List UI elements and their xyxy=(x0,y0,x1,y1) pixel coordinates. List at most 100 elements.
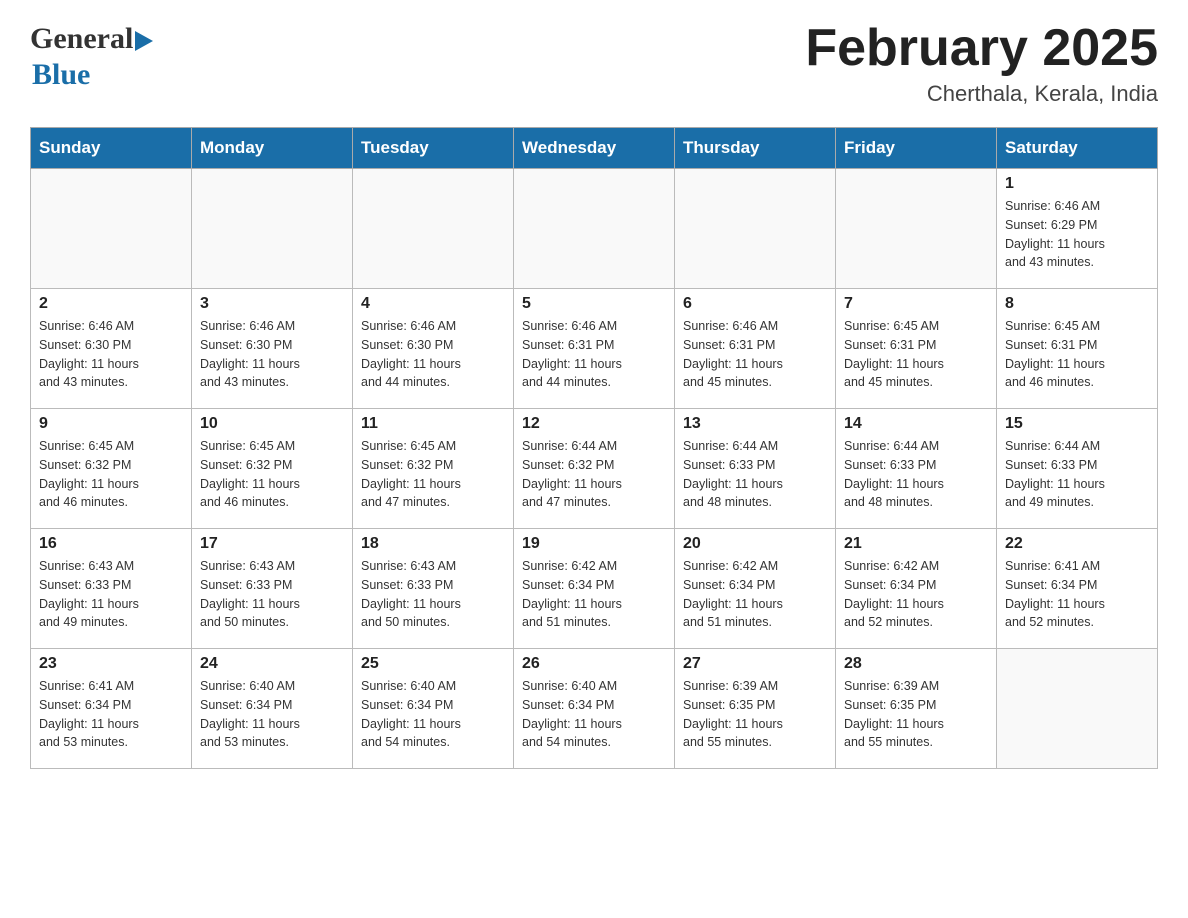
day-info: Sunrise: 6:42 AMSunset: 6:34 PMDaylight:… xyxy=(683,557,827,632)
day-number: 19 xyxy=(522,535,666,553)
day-info: Sunrise: 6:43 AMSunset: 6:33 PMDaylight:… xyxy=(200,557,344,632)
day-number: 12 xyxy=(522,415,666,433)
calendar-header-row: Sunday Monday Tuesday Wednesday Thursday… xyxy=(31,128,1158,169)
day-number: 27 xyxy=(683,655,827,673)
calendar-cell xyxy=(514,169,675,289)
calendar-cell xyxy=(31,169,192,289)
calendar-cell: 7 Sunrise: 6:45 AMSunset: 6:31 PMDaylight… xyxy=(836,289,997,409)
calendar-cell: 26 Sunrise: 6:40 AMSunset: 6:34 PMDayligh… xyxy=(514,649,675,769)
day-info: Sunrise: 6:45 AMSunset: 6:31 PMDaylight:… xyxy=(1005,317,1149,392)
day-number: 15 xyxy=(1005,415,1149,433)
day-info: Sunrise: 6:42 AMSunset: 6:34 PMDaylight:… xyxy=(522,557,666,632)
day-info: Sunrise: 6:42 AMSunset: 6:34 PMDaylight:… xyxy=(844,557,988,632)
calendar-cell: 27Sunrise: 6:39 AMSunset: 6:35 PMDayligh… xyxy=(675,649,836,769)
logo-text: General xyxy=(30,20,153,58)
calendar-cell: 12 Sunrise: 6:44 AMSunset: 6:32 PMDayligh… xyxy=(514,409,675,529)
calendar-cell: 11Sunrise: 6:45 AMSunset: 6:32 PMDayligh… xyxy=(353,409,514,529)
col-wednesday: Wednesday xyxy=(514,128,675,169)
col-tuesday: Tuesday xyxy=(353,128,514,169)
week-row-5: 23 Sunrise: 6:41 AMSunset: 6:34 PMDayligh… xyxy=(31,649,1158,769)
day-info: Sunrise: 6:46 AMSunset: 6:31 PMDaylight:… xyxy=(522,317,666,392)
day-number: 25 xyxy=(361,655,505,673)
day-number: 26 xyxy=(522,655,666,673)
calendar-cell: 5 Sunrise: 6:46 AMSunset: 6:31 PMDaylight… xyxy=(514,289,675,409)
col-saturday: Saturday xyxy=(997,128,1158,169)
calendar-cell: 13Sunrise: 6:44 AMSunset: 6:33 PMDayligh… xyxy=(675,409,836,529)
day-info: Sunrise: 6:40 AMSunset: 6:34 PMDaylight:… xyxy=(361,677,505,752)
day-info: Sunrise: 6:44 AMSunset: 6:33 PMDaylight:… xyxy=(844,437,988,512)
day-number: 9 xyxy=(39,415,183,433)
page-header: General Blue February 2025 Cherthala, Ke… xyxy=(30,20,1158,107)
calendar-cell xyxy=(192,169,353,289)
col-monday: Monday xyxy=(192,128,353,169)
location: Cherthala, Kerala, India xyxy=(805,81,1158,107)
logo: General Blue xyxy=(30,20,153,92)
day-number: 17 xyxy=(200,535,344,553)
day-info: Sunrise: 6:44 AMSunset: 6:33 PMDaylight:… xyxy=(683,437,827,512)
day-number: 1 xyxy=(1005,175,1149,193)
day-number: 21 xyxy=(844,535,988,553)
day-info: Sunrise: 6:46 AMSunset: 6:29 PMDaylight:… xyxy=(1005,197,1149,272)
day-number: 11 xyxy=(361,415,505,433)
calendar-cell: 16Sunrise: 6:43 AMSunset: 6:33 PMDayligh… xyxy=(31,529,192,649)
day-info: Sunrise: 6:44 AMSunset: 6:33 PMDaylight:… xyxy=(1005,437,1149,512)
day-info: Sunrise: 6:41 AMSunset: 6:34 PMDaylight:… xyxy=(1005,557,1149,632)
calendar-cell: 15 Sunrise: 6:44 AMSunset: 6:33 PMDayligh… xyxy=(997,409,1158,529)
day-number: 23 xyxy=(39,655,183,673)
day-info: Sunrise: 6:45 AMSunset: 6:32 PMDaylight:… xyxy=(200,437,344,512)
calendar-cell: 14 Sunrise: 6:44 AMSunset: 6:33 PMDayligh… xyxy=(836,409,997,529)
logo-general-text: General xyxy=(30,22,133,56)
logo-blue-text: Blue xyxy=(32,58,90,92)
calendar-cell xyxy=(675,169,836,289)
week-row-3: 9 Sunrise: 6:45 AMSunset: 6:32 PMDaylight… xyxy=(31,409,1158,529)
calendar-cell: 3 Sunrise: 6:46 AMSunset: 6:30 PMDaylight… xyxy=(192,289,353,409)
calendar-table: Sunday Monday Tuesday Wednesday Thursday… xyxy=(30,127,1158,769)
calendar-cell: 25 Sunrise: 6:40 AMSunset: 6:34 PMDayligh… xyxy=(353,649,514,769)
day-number: 18 xyxy=(361,535,505,553)
day-number: 28 xyxy=(844,655,988,673)
week-row-2: 2 Sunrise: 6:46 AMSunset: 6:30 PMDaylight… xyxy=(31,289,1158,409)
calendar-cell: 9 Sunrise: 6:45 AMSunset: 6:32 PMDaylight… xyxy=(31,409,192,529)
day-info: Sunrise: 6:43 AMSunset: 6:33 PMDaylight:… xyxy=(39,557,183,632)
calendar-cell: 18Sunrise: 6:43 AMSunset: 6:33 PMDayligh… xyxy=(353,529,514,649)
calendar-cell: 8 Sunrise: 6:45 AMSunset: 6:31 PMDaylight… xyxy=(997,289,1158,409)
day-info: Sunrise: 6:46 AMSunset: 6:30 PMDaylight:… xyxy=(39,317,183,392)
day-info: Sunrise: 6:41 AMSunset: 6:34 PMDaylight:… xyxy=(39,677,183,752)
day-number: 3 xyxy=(200,295,344,313)
calendar-cell: 20 Sunrise: 6:42 AMSunset: 6:34 PMDayligh… xyxy=(675,529,836,649)
calendar-cell xyxy=(836,169,997,289)
day-number: 20 xyxy=(683,535,827,553)
col-sunday: Sunday xyxy=(31,128,192,169)
week-row-4: 16Sunrise: 6:43 AMSunset: 6:33 PMDayligh… xyxy=(31,529,1158,649)
calendar-cell xyxy=(997,649,1158,769)
day-number: 24 xyxy=(200,655,344,673)
day-info: Sunrise: 6:40 AMSunset: 6:34 PMDaylight:… xyxy=(522,677,666,752)
day-info: Sunrise: 6:40 AMSunset: 6:34 PMDaylight:… xyxy=(200,677,344,752)
day-number: 22 xyxy=(1005,535,1149,553)
calendar-cell: 19 Sunrise: 6:42 AMSunset: 6:34 PMDayligh… xyxy=(514,529,675,649)
calendar-cell: 28 Sunrise: 6:39 AMSunset: 6:35 PMDayligh… xyxy=(836,649,997,769)
day-number: 5 xyxy=(522,295,666,313)
col-friday: Friday xyxy=(836,128,997,169)
day-info: Sunrise: 6:45 AMSunset: 6:32 PMDaylight:… xyxy=(39,437,183,512)
day-number: 14 xyxy=(844,415,988,433)
month-title: February 2025 xyxy=(805,20,1158,77)
title-area: February 2025 Cherthala, Kerala, India xyxy=(805,20,1158,107)
logo-arrow-icon xyxy=(135,26,153,58)
calendar-cell: 23 Sunrise: 6:41 AMSunset: 6:34 PMDayligh… xyxy=(31,649,192,769)
calendar-cell: 17 Sunrise: 6:43 AMSunset: 6:33 PMDayligh… xyxy=(192,529,353,649)
day-number: 7 xyxy=(844,295,988,313)
day-number: 6 xyxy=(683,295,827,313)
day-number: 2 xyxy=(39,295,183,313)
calendar-cell xyxy=(353,169,514,289)
calendar-cell: 21 Sunrise: 6:42 AMSunset: 6:34 PMDayligh… xyxy=(836,529,997,649)
calendar-cell: 2 Sunrise: 6:46 AMSunset: 6:30 PMDaylight… xyxy=(31,289,192,409)
day-info: Sunrise: 6:46 AMSunset: 6:30 PMDaylight:… xyxy=(200,317,344,392)
day-info: Sunrise: 6:46 AMSunset: 6:31 PMDaylight:… xyxy=(683,317,827,392)
day-info: Sunrise: 6:44 AMSunset: 6:32 PMDaylight:… xyxy=(522,437,666,512)
day-number: 8 xyxy=(1005,295,1149,313)
day-info: Sunrise: 6:45 AMSunset: 6:31 PMDaylight:… xyxy=(844,317,988,392)
day-info: Sunrise: 6:39 AMSunset: 6:35 PMDaylight:… xyxy=(844,677,988,752)
day-number: 10 xyxy=(200,415,344,433)
week-row-1: 1 Sunrise: 6:46 AMSunset: 6:29 PMDaylight… xyxy=(31,169,1158,289)
